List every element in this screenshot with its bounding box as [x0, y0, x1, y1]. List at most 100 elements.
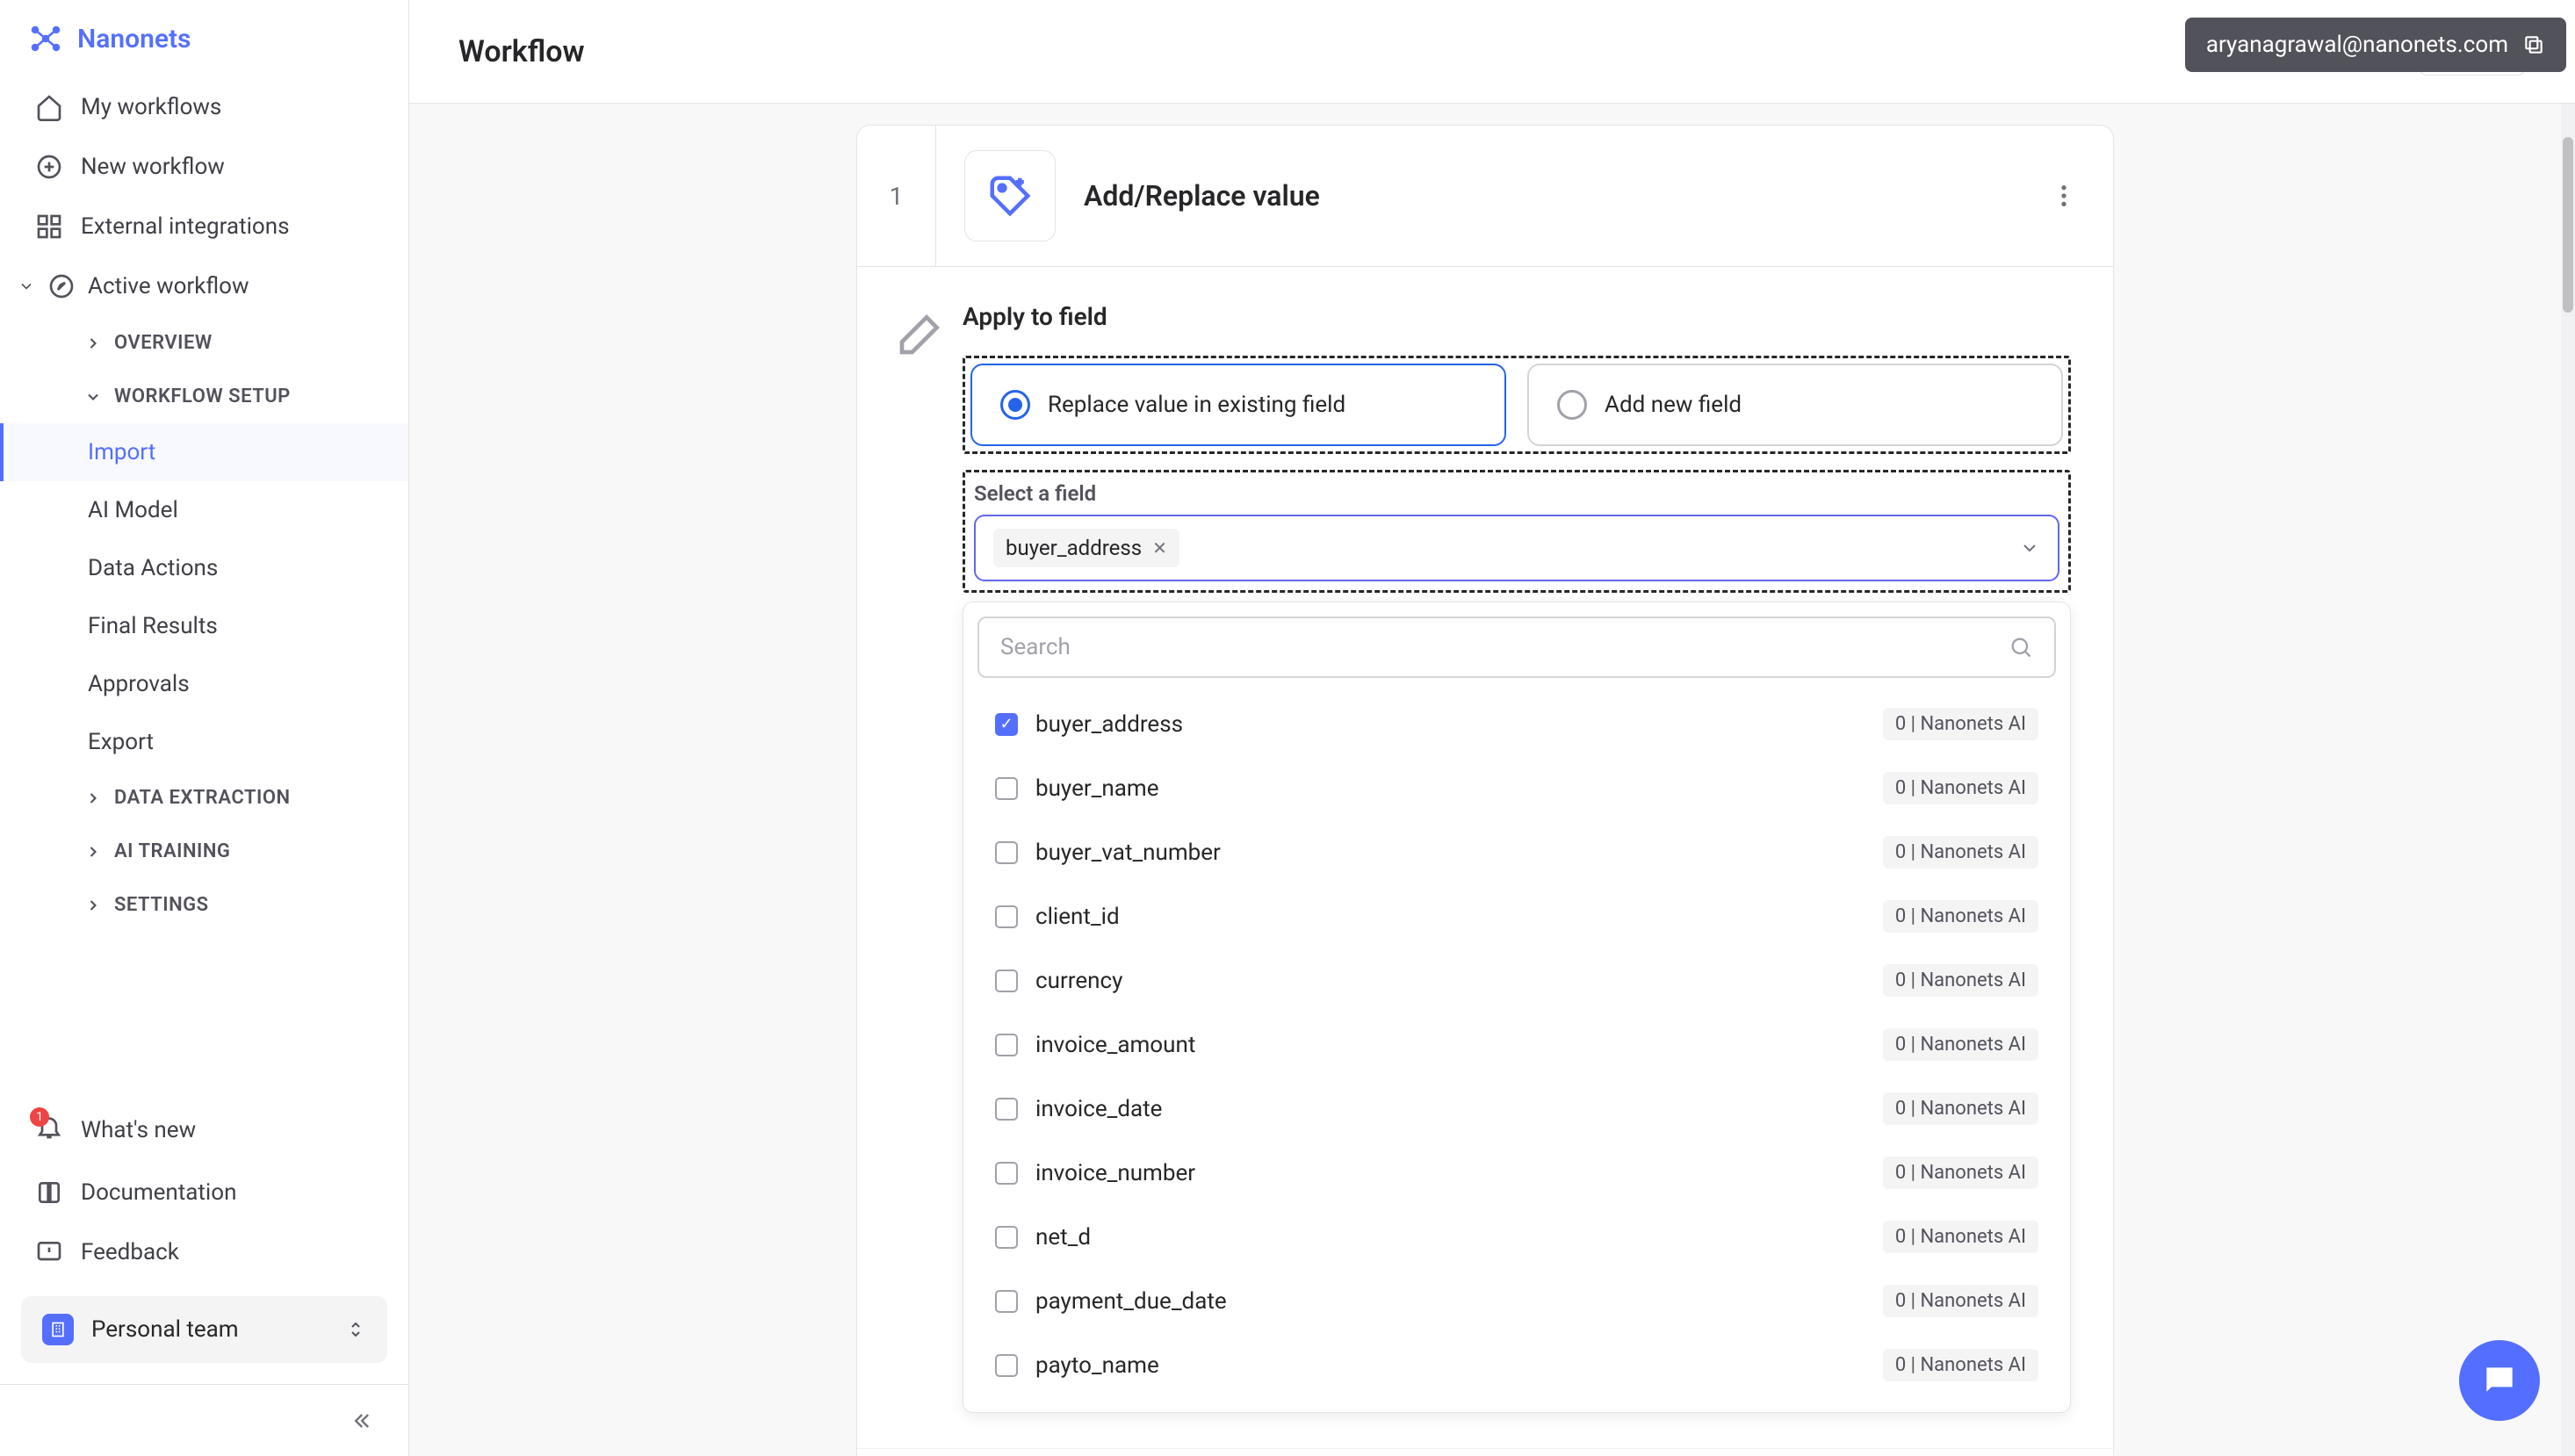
checkbox[interactable] [995, 777, 1018, 800]
chevron-down-icon[interactable] [2019, 537, 2040, 559]
kebab-menu-icon[interactable] [2050, 182, 2078, 210]
brand-name: Nanonets [77, 24, 191, 54]
option-badge: 0 | Nanonets AI [1883, 1028, 2038, 1061]
nav-data-actions[interactable]: Data Actions [0, 539, 408, 597]
option-badge: 0 | Nanonets AI [1883, 836, 2038, 869]
nav-documentation[interactable]: Documentation [0, 1163, 408, 1222]
team-name: Personal team [91, 1316, 328, 1343]
nav-external-integrations[interactable]: External integrations [0, 197, 408, 256]
option-badge: 0 | Nanonets AI [1883, 900, 2038, 933]
chevron-up-down-icon [345, 1319, 366, 1340]
radio-replace-value[interactable]: Replace value in existing field [970, 364, 1506, 446]
checkbox[interactable] [995, 1098, 1018, 1121]
nav-new-workflow[interactable]: New workflow [0, 137, 408, 197]
checkbox[interactable] [995, 1034, 1018, 1056]
nav-final-results[interactable]: Final Results [0, 597, 408, 655]
option-label: payto_name [1035, 1352, 1865, 1379]
nav-whats-new[interactable]: 1 What's new [0, 1097, 408, 1163]
scrollbar-thumb[interactable] [2563, 137, 2573, 313]
nav-label: Active workflow [88, 273, 249, 299]
nav-label: External integrations [81, 213, 290, 240]
nav-export[interactable]: Export [0, 713, 408, 771]
field-option[interactable]: net_d0 | Nanonets AI [985, 1205, 2049, 1269]
nav-import[interactable]: Import [0, 423, 408, 481]
option-badge: 0 | Nanonets AI [1883, 1285, 2038, 1317]
selected-chip: buyer_address ✕ [993, 529, 1179, 567]
copy-icon[interactable] [2522, 33, 2545, 56]
chat-fab[interactable] [2459, 1340, 2540, 1421]
option-label: invoice_amount [1035, 1032, 1865, 1058]
nav-ai-model[interactable]: AI Model [0, 481, 408, 539]
option-badge: 0 | Nanonets AI [1883, 964, 2038, 997]
chevron-right-icon [84, 789, 102, 807]
building-icon [42, 1314, 74, 1345]
chevron-right-icon [84, 335, 102, 352]
book-icon [35, 1178, 63, 1207]
section-settings[interactable]: SETTINGS [0, 878, 408, 932]
search-input[interactable] [1000, 634, 2009, 660]
section-workflow-setup[interactable]: WORKFLOW SETUP [0, 370, 408, 423]
field-option[interactable]: buyer_address0 | Nanonets AI [985, 692, 2049, 756]
field-label: Select a field [974, 481, 2059, 506]
nav-label: Documentation [81, 1179, 236, 1206]
chip-remove-icon[interactable]: ✕ [1152, 537, 1167, 559]
nav-label: Data Actions [88, 555, 218, 581]
section-label: OVERVIEW [114, 332, 213, 354]
checkbox[interactable] [995, 1290, 1018, 1313]
field-option[interactable]: payment_due_date0 | Nanonets AI [985, 1269, 2049, 1333]
message-alert-icon [35, 1238, 63, 1266]
sidebar: Nanonets My workflows New workflow Exter… [0, 0, 409, 1384]
highlight-field-select: Select a field buyer_address ✕ [963, 470, 2071, 593]
collapse-sidebar-bar [0, 1384, 409, 1456]
team-selector[interactable]: Personal team [21, 1296, 387, 1363]
section-overview[interactable]: OVERVIEW [0, 316, 408, 370]
user-email-toast: aryanagrawal@nanonets.com [2185, 18, 2566, 72]
compass-icon [47, 272, 76, 300]
brand-logo[interactable]: Nanonets [0, 0, 408, 77]
field-option[interactable]: invoice_number0 | Nanonets AI [985, 1141, 2049, 1205]
nav-feedback[interactable]: Feedback [0, 1222, 408, 1282]
highlight-radio-group: Replace value in existing field Add new … [963, 356, 2071, 454]
field-option[interactable]: buyer_name0 | Nanonets AI [985, 756, 2049, 820]
section-label: AI TRAINING [114, 840, 230, 862]
search-icon [2009, 635, 2033, 660]
chevron-right-icon [84, 843, 102, 861]
checkbox[interactable] [995, 969, 1018, 992]
nav-active-workflow[interactable]: Active workflow [0, 256, 408, 316]
nav-my-workflows[interactable]: My workflows [0, 77, 408, 137]
vertical-scrollbar[interactable] [2561, 104, 2575, 1456]
field-option[interactable]: invoice_date0 | Nanonets AI [985, 1077, 2049, 1141]
section-heading: Apply to field [963, 302, 2071, 331]
option-label: invoice_number [1035, 1160, 1865, 1186]
section-data-extraction[interactable]: DATA EXTRACTION [0, 771, 408, 825]
page-title: Workflow [458, 34, 585, 69]
option-label: buyer_address [1035, 711, 1865, 738]
field-option[interactable]: currency 0 | Nanonets AI [985, 948, 2049, 1013]
section-label: SETTINGS [114, 894, 209, 916]
nav-label: Feedback [81, 1239, 179, 1265]
nav-approvals[interactable]: Approvals [0, 655, 408, 713]
checkbox[interactable] [995, 713, 1018, 736]
checkbox[interactable] [995, 1162, 1018, 1185]
checkbox[interactable] [995, 841, 1018, 864]
email-text: aryanagrawal@nanonets.com [2206, 32, 2508, 58]
radio-label: Add new field [1605, 392, 1742, 418]
field-option[interactable]: payto_name 0 | Nanonets AI [985, 1333, 2049, 1397]
field-option[interactable]: client_id0 | Nanonets AI [985, 884, 2049, 948]
radio-add-field[interactable]: Add new field [1527, 364, 2063, 446]
nav-label: Final Results [88, 613, 218, 639]
checkbox[interactable] [995, 1354, 1018, 1377]
field-option[interactable]: invoice_amount 0 | Nanonets AI [985, 1013, 2049, 1077]
option-label: currency [1035, 968, 1865, 994]
section-label: DATA EXTRACTION [114, 787, 291, 809]
field-option[interactable]: buyer_vat_number0 | Nanonets AI [985, 820, 2049, 884]
collapse-icon[interactable] [349, 1409, 373, 1433]
section-ai-training[interactable]: AI TRAINING [0, 825, 408, 878]
search-box [977, 616, 2056, 678]
checkbox[interactable] [995, 1226, 1018, 1249]
option-list[interactable]: buyer_address0 | Nanonets AIbuyer_name0 … [963, 692, 2070, 1412]
checkbox[interactable] [995, 905, 1018, 928]
condition-section [857, 1449, 2113, 1456]
option-badge: 0 | Nanonets AI [1883, 1349, 2038, 1381]
field-select[interactable]: buyer_address ✕ [974, 515, 2059, 581]
